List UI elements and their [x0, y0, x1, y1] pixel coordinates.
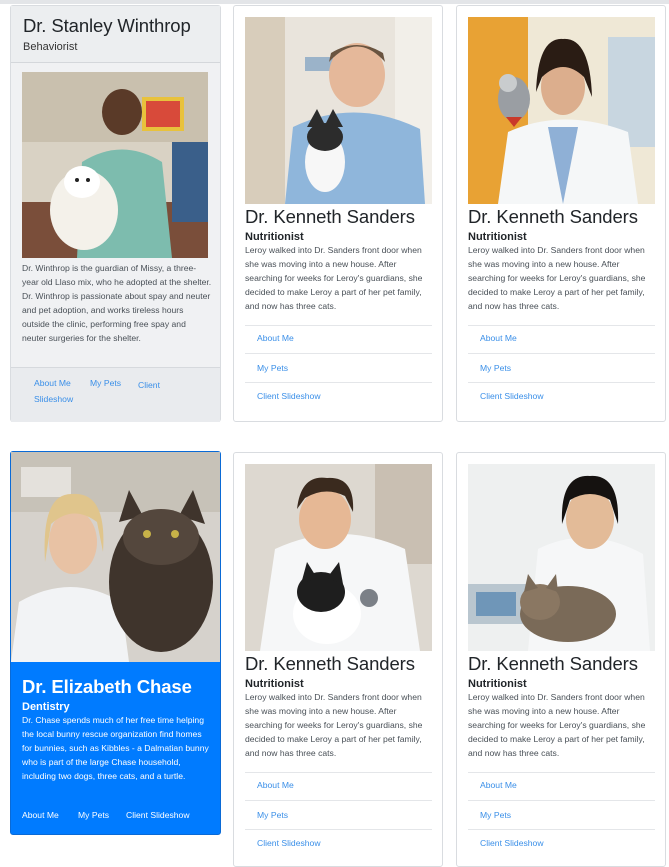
vet-name: Dr. Stanley Winthrop: [23, 15, 191, 36]
vet-name: Dr. Kenneth Sanders: [468, 206, 638, 227]
client-slideshow-link[interactable]: Client Slideshow: [480, 838, 544, 848]
my-pets-link[interactable]: My Pets: [257, 363, 288, 373]
vet-with-kitten-photo: [245, 17, 432, 204]
vet-card-sanders-3: Dr. Kenneth Sanders Nutritionist Leroy w…: [233, 452, 443, 867]
vet-role: Behaviorist: [23, 41, 78, 53]
divider: [468, 382, 655, 383]
divider: [468, 353, 655, 354]
divider: [245, 772, 432, 773]
divider: [468, 829, 655, 830]
about-me-link[interactable]: About Me: [480, 780, 517, 790]
client-slideshow-link[interactable]: Client Slideshow: [480, 391, 544, 401]
vet-role: Nutritionist: [245, 678, 304, 690]
vet-card-sanders-2: Dr. Kenneth Sanders Nutritionist Leroy w…: [456, 5, 666, 422]
vet-card-chase[interactable]: Dr. Elizabeth Chase Dentistry Dr. Chase …: [10, 451, 221, 835]
top-border: [0, 0, 669, 4]
client-slideshow-link[interactable]: Client Slideshow: [257, 391, 321, 401]
about-me-link[interactable]: About Me: [480, 333, 517, 343]
client-slideshow-link[interactable]: Client Slideshow: [257, 838, 321, 848]
vet-card-sanders-4: Dr. Kenneth Sanders Nutritionist Leroy w…: [456, 452, 666, 867]
divider: [245, 382, 432, 383]
divider: [468, 325, 655, 326]
my-pets-link[interactable]: My Pets: [480, 363, 511, 373]
vet-name: Dr. Elizabeth Chase: [22, 676, 192, 697]
about-me-link[interactable]: About Me: [257, 780, 294, 790]
vet-with-maine-coon-photo: [11, 452, 220, 662]
vet-with-tuxedo-cat-photo: [245, 464, 432, 651]
vet-description: Leroy walked into Dr. Sanders front door…: [245, 245, 423, 311]
divider: [245, 800, 432, 801]
vet-description: Dr. Chase spends much of her free time h…: [22, 715, 209, 781]
vet-description: Leroy walked into Dr. Sanders front door…: [245, 692, 423, 758]
my-pets-link[interactable]: My Pets: [480, 810, 511, 820]
vet-name: Dr. Kenneth Sanders: [245, 206, 415, 227]
divider: [468, 800, 655, 801]
vet-role: Nutritionist: [468, 678, 527, 690]
vet-with-parrot-photo: [468, 17, 655, 204]
about-me-link[interactable]: About Me: [257, 333, 294, 343]
vet-card-winthrop: Dr. Stanley Winthrop Behaviorist Dr. Win…: [10, 5, 221, 422]
client-slideshow-link[interactable]: Client Slideshow: [126, 810, 190, 820]
vet-with-white-dog-photo: [22, 72, 208, 258]
vet-card-sanders-1: Dr. Kenneth Sanders Nutritionist Leroy w…: [233, 5, 443, 422]
vet-role: Nutritionist: [245, 231, 304, 243]
vet-role: Nutritionist: [468, 231, 527, 243]
client-slideshow-link[interactable]: Client Slideshow: [34, 378, 174, 406]
divider: [245, 325, 432, 326]
vet-name: Dr. Kenneth Sanders: [468, 653, 638, 674]
my-pets-link[interactable]: My Pets: [257, 810, 288, 820]
vet-with-tabby-cat-photo: [468, 464, 655, 651]
vet-description: Leroy walked into Dr. Sanders front door…: [468, 245, 646, 311]
vet-role: Dentistry: [22, 701, 70, 713]
vet-description: Dr. Winthrop is the guardian of Missy, a…: [22, 263, 212, 343]
about-me-link[interactable]: About Me: [22, 810, 59, 820]
divider: [245, 829, 432, 830]
divider: [245, 353, 432, 354]
vet-name: Dr. Kenneth Sanders: [245, 653, 415, 674]
vet-description: Leroy walked into Dr. Sanders front door…: [468, 692, 646, 758]
my-pets-link[interactable]: My Pets: [78, 810, 109, 820]
divider: [468, 772, 655, 773]
